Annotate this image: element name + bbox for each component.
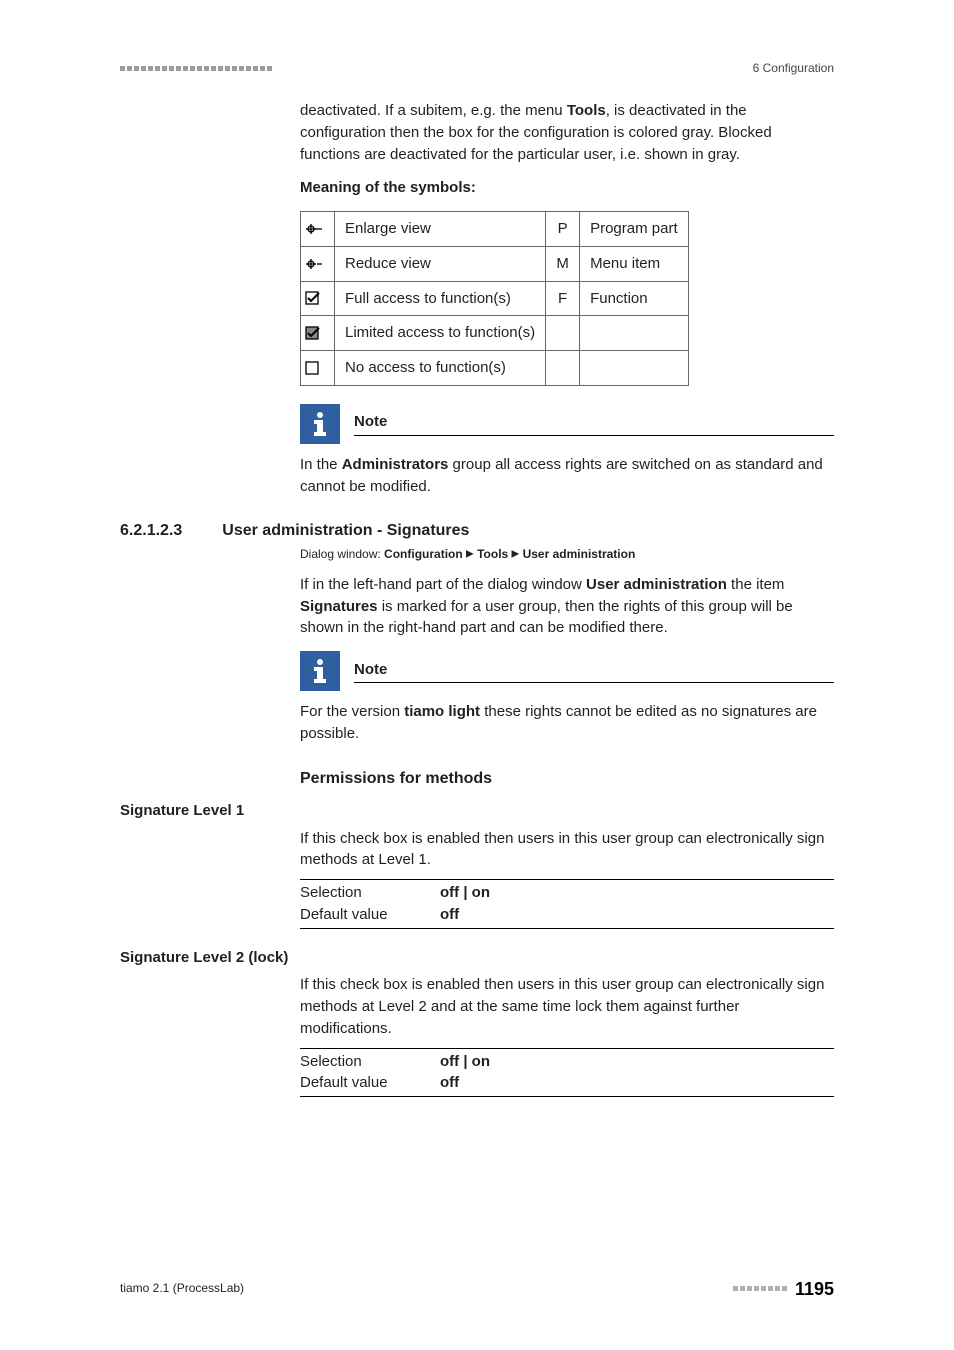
intro-paragraph: deactivated. If a subitem, e.g. the menu… xyxy=(300,100,834,165)
symbol-label: Full access to function(s) xyxy=(335,281,546,316)
symbol-right xyxy=(580,351,689,386)
note-body: For the version tiamo light these rights… xyxy=(300,701,834,745)
footer-right: 1195 xyxy=(733,1276,834,1302)
symbol-code: M xyxy=(546,246,580,281)
symbol-right: Function xyxy=(580,281,689,316)
default-label: Default value xyxy=(300,1072,440,1094)
meaning-heading: Meaning of the symbols: xyxy=(300,177,834,199)
default-label: Default value xyxy=(300,904,440,926)
no-access-icon xyxy=(301,351,335,386)
symbols-table: Enlarge view P Program part Reduce view … xyxy=(300,211,689,386)
enlarge-view-icon xyxy=(301,212,335,247)
info-icon xyxy=(300,651,340,691)
sig2-values: Selection off | on Default value off xyxy=(300,1048,834,1098)
section-number: 6.2.1.2.3 xyxy=(120,519,182,542)
symbol-right xyxy=(580,316,689,351)
limited-access-icon xyxy=(301,316,335,351)
sig1-desc: If this check box is enabled then users … xyxy=(300,828,834,872)
sig2-desc: If this check box is enabled then users … xyxy=(300,974,834,1039)
reduce-view-icon xyxy=(301,246,335,281)
page-body: deactivated. If a subitem, e.g. the menu… xyxy=(120,100,834,1290)
table-row: No access to function(s) xyxy=(301,351,689,386)
page-header: 6 Configuration xyxy=(120,60,834,77)
signatures-paragraph: If in the left-hand part of the dialog w… xyxy=(300,574,834,639)
sig2-label: Signature Level 2 (lock) xyxy=(120,947,834,969)
table-row: Limited access to function(s) xyxy=(301,316,689,351)
symbol-right: Menu item xyxy=(580,246,689,281)
symbol-code xyxy=(546,316,580,351)
selection-value: off | on xyxy=(440,882,490,904)
symbol-code xyxy=(546,351,580,386)
intro-bold: Tools xyxy=(567,102,606,119)
page-number: 1195 xyxy=(795,1276,834,1302)
page-footer: tiamo 2.1 (ProcessLab) 1195 xyxy=(120,1276,834,1302)
intro-text-1: deactivated. If a subitem, e.g. the menu xyxy=(300,102,567,119)
section-heading: 6.2.1.2.3 User administration - Signatur… xyxy=(120,519,834,542)
note-title: Note xyxy=(354,411,834,436)
symbol-code: F xyxy=(546,281,580,316)
selection-value: off | on xyxy=(440,1051,490,1073)
symbol-label: No access to function(s) xyxy=(335,351,546,386)
default-value: off xyxy=(440,1072,459,1094)
symbol-right: Program part xyxy=(580,212,689,247)
footer-dots xyxy=(733,1286,787,1291)
full-access-icon xyxy=(301,281,335,316)
info-icon xyxy=(300,404,340,444)
permissions-heading: Permissions for methods xyxy=(300,767,834,790)
symbol-code: P xyxy=(546,212,580,247)
table-row: Reduce view M Menu item xyxy=(301,246,689,281)
table-row: Enlarge view P Program part xyxy=(301,212,689,247)
note-tiamo-light: Note For the version tiamo light these r… xyxy=(300,651,834,745)
symbol-label: Limited access to function(s) xyxy=(335,316,546,351)
note-title: Note xyxy=(354,659,834,684)
note-head: Note xyxy=(300,404,834,444)
symbol-label: Reduce view xyxy=(335,246,546,281)
default-value: off xyxy=(440,904,459,926)
header-dots xyxy=(120,66,272,71)
table-row: Full access to function(s) F Function xyxy=(301,281,689,316)
chapter-label: 6 Configuration xyxy=(753,60,834,77)
symbol-label: Enlarge view xyxy=(335,212,546,247)
note-head: Note xyxy=(300,651,834,691)
dialog-path: Dialog window: Configuration ▶ Tools ▶ U… xyxy=(300,546,834,563)
sig1-label: Signature Level 1 xyxy=(120,800,834,822)
note-admin: Note In the Administrators group all acc… xyxy=(300,404,834,498)
selection-label: Selection xyxy=(300,882,440,904)
footer-left: tiamo 2.1 (ProcessLab) xyxy=(120,1280,244,1297)
section-title: User administration - Signatures xyxy=(222,519,469,542)
note-body: In the Administrators group all access r… xyxy=(300,454,834,498)
sig1-values: Selection off | on Default value off xyxy=(300,879,834,929)
selection-label: Selection xyxy=(300,1051,440,1073)
